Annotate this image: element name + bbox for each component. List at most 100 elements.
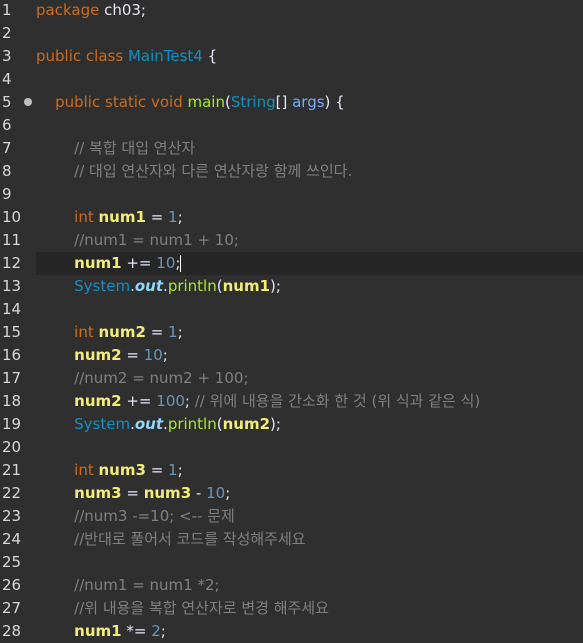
code-line[interactable]: 9 xyxy=(0,183,583,206)
fold-marker-icon[interactable] xyxy=(24,98,32,106)
code-token: num1 xyxy=(74,254,122,272)
line-number: 18 xyxy=(2,392,22,410)
code-line[interactable]: 2 xyxy=(0,22,583,45)
code-token: = xyxy=(145,208,169,226)
code-token: *= xyxy=(121,622,152,640)
code-token: out xyxy=(134,415,164,433)
code-text: // 복합 대입 연산자 xyxy=(36,137,583,160)
line-number: 19 xyxy=(2,415,22,433)
code-token: // 복합 대입 연산자 xyxy=(74,139,196,157)
line-number: 16 xyxy=(2,346,22,364)
line-number: 25 xyxy=(2,553,22,571)
line-number: 22 xyxy=(2,484,22,502)
line-number: 14 xyxy=(2,300,22,318)
code-token: 1 xyxy=(168,208,178,226)
code-line[interactable]: 10 int num1 = 1; xyxy=(0,206,583,229)
code-line[interactable]: 11 //num1 = num1 + 10; xyxy=(0,229,583,252)
code-line[interactable]: 12 num1 += 10; xyxy=(0,252,583,275)
code-token: num1 xyxy=(74,622,122,640)
code-token: int xyxy=(74,323,94,341)
code-text: //num3 -=10; <-- 문제 xyxy=(36,505,583,528)
code-token: ; xyxy=(160,622,166,640)
code-token: 100 xyxy=(156,392,185,410)
code-token: 1 xyxy=(168,323,178,341)
code-text: public static void main(String[] args) { xyxy=(36,91,583,114)
code-token: package xyxy=(36,1,100,19)
code-token: ; xyxy=(177,323,183,341)
code-token: += xyxy=(121,392,157,410)
code-text: //num1 = num1 + 10; xyxy=(36,229,583,252)
line-number: 10 xyxy=(2,208,22,226)
code-token: ); xyxy=(270,277,281,295)
code-line[interactable]: 25 xyxy=(0,551,583,574)
line-number: 23 xyxy=(2,507,22,525)
code-line[interactable]: 19 System.out.println(num2); xyxy=(0,413,583,436)
code-token: int xyxy=(74,461,94,479)
code-token: num3 xyxy=(74,484,122,502)
code-text: num3 = num3 - 10; xyxy=(36,482,583,505)
line-number: 12 xyxy=(2,254,22,272)
code-token: int xyxy=(74,208,94,226)
code-line[interactable]: 24 //반대로 풀어서 코드를 작성해주세요 xyxy=(0,528,583,551)
code-token: 10 xyxy=(206,484,226,502)
code-line[interactable]: 28 num1 *= 2; xyxy=(0,620,583,643)
code-line[interactable]: 1 package ch03; xyxy=(0,0,583,22)
code-text: //위 내용을 복합 연산자로 변경 해주세요 xyxy=(36,597,583,620)
code-text: int num1 = 1; xyxy=(36,206,583,229)
code-editor[interactable]: 1 package ch03; 2 3 public class MainTest4 {… xyxy=(0,0,583,642)
code-line[interactable]: 6 xyxy=(0,114,583,137)
code-token: 2 xyxy=(151,622,161,640)
code-line[interactable]: 7 // 복합 대입 연산자 xyxy=(0,137,583,160)
code-token: 1 xyxy=(168,461,178,479)
code-token: num3 xyxy=(143,484,192,502)
code-token: ); xyxy=(270,415,281,433)
code-line[interactable]: 3 public class MainTest4 { xyxy=(0,45,583,68)
line-number: 8 xyxy=(2,162,12,180)
code-token: void xyxy=(150,93,183,111)
code-token: = xyxy=(145,323,169,341)
code-token: num2 xyxy=(74,346,122,364)
code-token: ch03; xyxy=(99,1,146,19)
code-line[interactable]: 18 num2 += 100; // 위에 내용을 간소화 한 것 (위 식과 … xyxy=(0,390,583,413)
code-line[interactable]: 20 xyxy=(0,436,583,459)
code-token: { xyxy=(202,47,218,65)
code-line[interactable]: 27 //위 내용을 복합 연산자로 변경 해주세요 xyxy=(0,597,583,620)
line-number: 11 xyxy=(2,231,22,249)
line-number: 21 xyxy=(2,461,22,479)
code-line[interactable]: 17 //num2 = num2 + 100; xyxy=(0,367,583,390)
code-text: //반대로 풀어서 코드를 작성해주세요 xyxy=(36,528,583,551)
code-line[interactable]: 16 num2 = 10; xyxy=(0,344,583,367)
code-line[interactable]: 5 public static void main(String[] args)… xyxy=(0,91,583,114)
code-line[interactable]: 8 // 대입 연산자와 다른 연산자랑 함께 쓰인다. xyxy=(0,160,583,183)
code-text: int num3 = 1; xyxy=(36,459,583,482)
code-line[interactable]: 13 System.out.println(num1); xyxy=(0,275,583,298)
code-line[interactable]: 4 xyxy=(0,68,583,91)
code-token: // 위에 내용을 간소화 한 것 (위 식과 같은 식) xyxy=(194,392,481,410)
code-line[interactable]: 26 //num1 = num1 *2; xyxy=(0,574,583,597)
code-token: [] xyxy=(275,93,293,111)
text-caret xyxy=(180,255,182,272)
line-number: 24 xyxy=(2,530,22,548)
code-token: num1 xyxy=(222,277,271,295)
code-line[interactable]: 15 int num2 = 1; xyxy=(0,321,583,344)
code-line[interactable]: 22 num3 = num3 - 10; xyxy=(0,482,583,505)
code-token: //num1 = num1 + 10; xyxy=(74,231,239,249)
code-token: num1 xyxy=(98,208,146,226)
line-number: 9 xyxy=(2,185,12,203)
code-text: num2 += 100; // 위에 내용을 간소화 한 것 (위 식과 같은 … xyxy=(36,390,583,413)
code-line[interactable]: 14 xyxy=(0,298,583,321)
code-line[interactable]: 21 int num3 = 1; xyxy=(0,459,583,482)
code-token: ; xyxy=(162,346,168,364)
code-line[interactable]: 23 //num3 -=10; <-- 문제 xyxy=(0,505,583,528)
line-number: 6 xyxy=(2,116,12,134)
